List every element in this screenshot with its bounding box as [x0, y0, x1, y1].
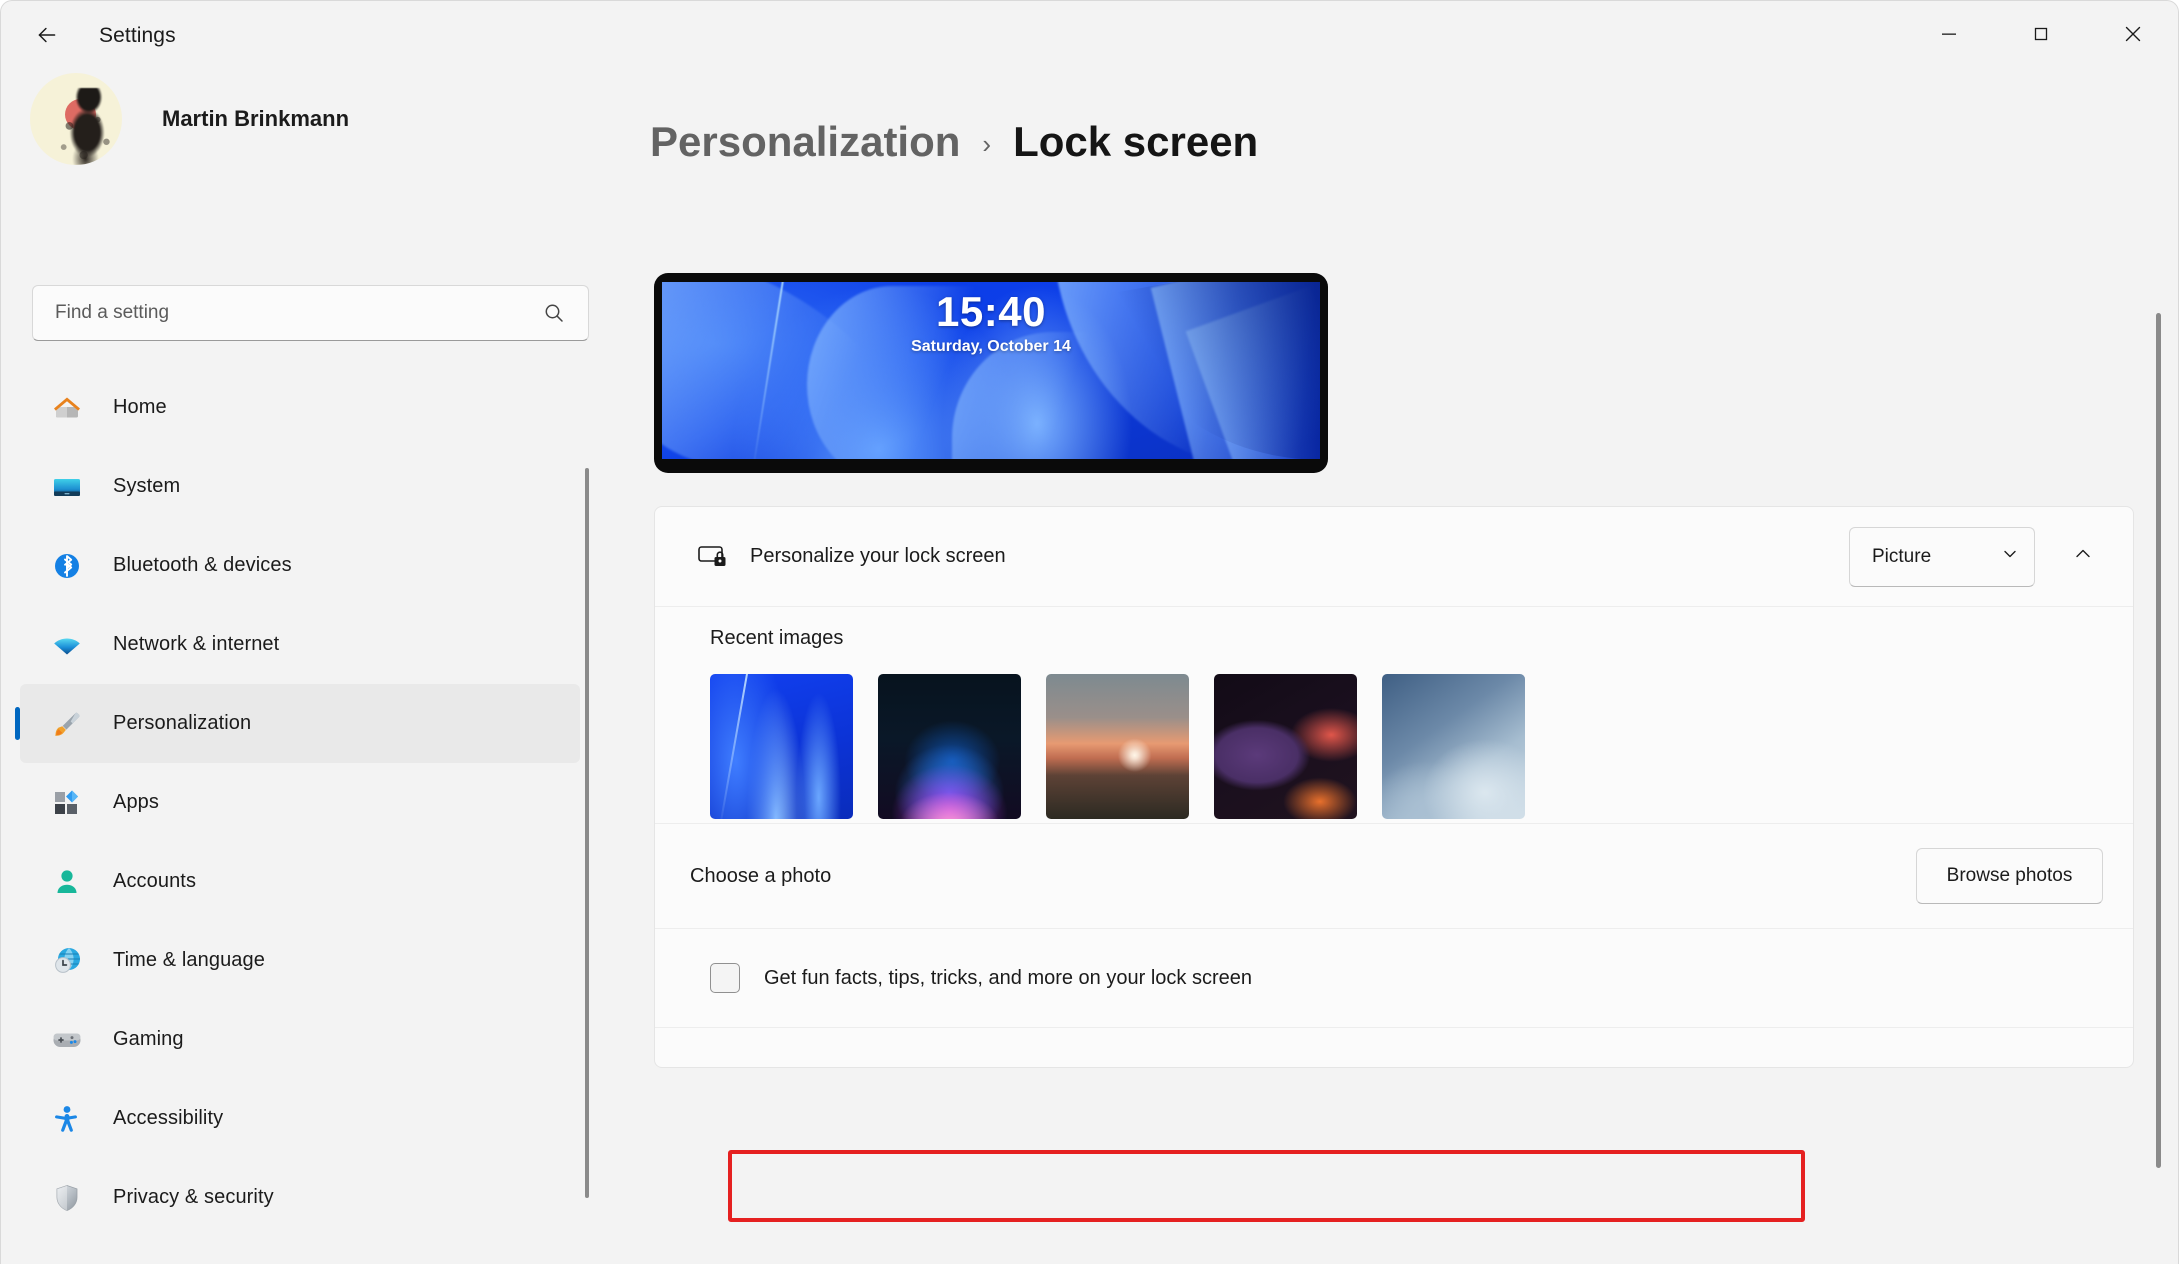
recent-image-thumbnail[interactable] — [1214, 674, 1357, 819]
sidebar-item-system[interactable]: System — [20, 447, 580, 526]
sidebar-item-label: Apps — [113, 791, 159, 813]
accessibility-icon — [47, 1099, 87, 1139]
personalize-row-title: Personalize your lock screen — [750, 545, 1006, 567]
sidebar-item-accessibility[interactable]: Accessibility — [20, 1079, 580, 1158]
breadcrumb: Personalization › Lock screen — [650, 118, 1258, 166]
sidebar-item-label: Accounts — [113, 870, 197, 892]
window-controls — [1903, 0, 2179, 68]
avatar-ink-splatter — [57, 109, 115, 164]
sidebar-item-label: Gaming — [113, 1028, 184, 1050]
back-button[interactable] — [24, 16, 70, 54]
recent-images-row: Recent images — [655, 606, 2133, 823]
home-icon — [47, 388, 87, 428]
choose-photo-label: Choose a photo — [690, 864, 832, 887]
search-icon — [542, 301, 566, 325]
recent-image-thumbnail[interactable] — [1046, 674, 1189, 819]
sidebar-item-label: Personalization — [113, 712, 252, 734]
dropdown-value: Picture — [1872, 545, 1932, 567]
search-input[interactable] — [33, 302, 542, 324]
paintbrush-icon — [47, 704, 87, 744]
recent-image-thumbnail[interactable] — [878, 674, 1021, 819]
personalize-type-dropdown[interactable]: Picture — [1849, 526, 2035, 587]
sidebar-item-label: System — [113, 475, 181, 497]
recent-image-thumbnail[interactable] — [1382, 674, 1525, 819]
sidebar-item-gaming[interactable]: Gaming — [20, 1000, 580, 1079]
maximize-icon — [2030, 23, 2052, 45]
preview-clock: 15:40 Saturday, October 14 — [662, 288, 1320, 356]
sidebar-item-network-internet[interactable]: Network & internet — [20, 605, 580, 684]
sidebar-item-label: Time & language — [113, 949, 265, 971]
close-button[interactable] — [2087, 0, 2179, 68]
choose-a-photo-row: Choose a photo Browse photos — [655, 823, 2133, 928]
gamepad-icon — [47, 1020, 87, 1060]
recent-image-thumbnail[interactable] — [710, 674, 853, 819]
next-section-row-partial — [655, 1027, 2133, 1067]
lock-screen-preview: 15:40 Saturday, October 14 — [654, 273, 1328, 473]
close-icon — [2121, 22, 2145, 46]
minimize-button[interactable] — [1903, 0, 1995, 68]
sidebar-item-accounts[interactable]: Accounts — [20, 842, 580, 921]
chevron-down-icon — [2000, 544, 2020, 569]
chevron-up-icon — [2072, 543, 2094, 570]
page-title: Lock screen — [1013, 118, 1259, 165]
sidebar-item-privacy-security[interactable]: Privacy & security — [20, 1158, 580, 1237]
sidebar-item-label: Bluetooth & devices — [113, 554, 292, 576]
maximize-button[interactable] — [1995, 0, 2087, 68]
sidebar-item-personalization[interactable]: Personalization — [15, 684, 580, 763]
lock-screen-icon — [690, 535, 734, 579]
sidebar: Martin Brinkmann Home — [0, 68, 600, 1264]
breadcrumb-separator-icon: › — [982, 128, 992, 159]
person-icon — [47, 862, 87, 902]
avatar — [30, 73, 122, 165]
preview-screen: 15:40 Saturday, October 14 — [662, 282, 1320, 459]
sidebar-item-label: Accessibility — [113, 1107, 224, 1129]
profile-name: Martin Brinkmann — [162, 106, 350, 131]
back-arrow-icon — [34, 22, 60, 48]
sidebar-item-label: Network & internet — [113, 633, 280, 655]
profile-block[interactable]: Martin Brinkmann — [30, 73, 349, 165]
main-content: Personalization › Lock screen 15:40 Satu… — [600, 68, 2179, 1264]
sidebar-nav: Home System Bluetooth & devices Network … — [15, 368, 580, 1237]
breadcrumb-parent-link[interactable]: Personalization — [650, 118, 960, 166]
title-bar: Settings — [0, 0, 2179, 68]
sidebar-item-time-language[interactable]: Time & language — [20, 921, 580, 1000]
sidebar-item-apps[interactable]: Apps — [20, 763, 580, 842]
sidebar-item-label: Home — [113, 396, 167, 418]
monitor-frame: 15:40 Saturday, October 14 — [654, 273, 1328, 473]
main-scrollbar[interactable] — [2156, 313, 2161, 1168]
sidebar-item-home[interactable]: Home — [20, 368, 580, 447]
bluetooth-icon — [47, 546, 87, 586]
fun-facts-label: Get fun facts, tips, tricks, and more on… — [764, 966, 1252, 989]
fun-facts-checkbox[interactable] — [710, 963, 740, 993]
app-title: Settings — [99, 24, 176, 47]
preview-time: 15:40 — [936, 288, 1046, 335]
minimize-icon — [1938, 23, 1960, 45]
recent-images-label: Recent images — [710, 627, 844, 649]
sidebar-scrollbar[interactable] — [585, 468, 589, 1198]
sidebar-item-bluetooth-devices[interactable]: Bluetooth & devices — [20, 526, 580, 605]
preview-date: Saturday, October 14 — [911, 338, 1071, 356]
search-box[interactable] — [32, 285, 589, 341]
lock-screen-settings-card: Personalize your lock screen Picture Rec… — [654, 506, 2134, 1068]
clock-globe-icon — [47, 941, 87, 981]
wifi-icon — [47, 625, 87, 665]
browse-photos-button[interactable]: Browse photos — [1916, 848, 2103, 904]
sidebar-item-label: Privacy & security — [113, 1186, 274, 1208]
collapse-section-button[interactable] — [2063, 537, 2103, 577]
fun-facts-row[interactable]: Get fun facts, tips, tricks, and more on… — [655, 928, 2133, 1027]
recent-images-list — [710, 674, 1525, 819]
shield-icon — [47, 1178, 87, 1218]
system-monitor-icon — [47, 467, 87, 507]
personalize-lock-screen-row: Personalize your lock screen Picture — [655, 507, 2133, 606]
apps-icon — [47, 783, 87, 823]
settings-window: Settings Martin Brinkmann Find a setting… — [0, 0, 2179, 1264]
